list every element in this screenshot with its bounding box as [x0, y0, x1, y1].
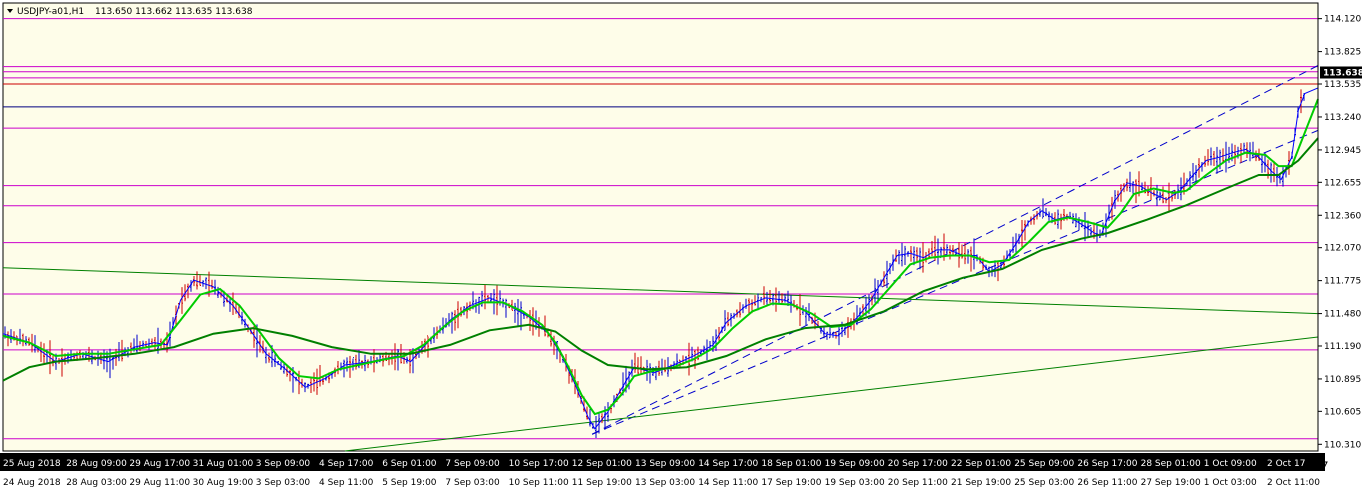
time-axis: 25 Aug 2018 28 Aug 09:00 29 Aug 17:00 31 Au… — [0, 453, 1328, 488]
time-tick-label-bottom: 14 Sep 11:00 — [698, 478, 758, 488]
time-tick-label-top: 28 Sep 01:00 — [1141, 459, 1201, 469]
time-tick-label-bottom: 17 Sep 19:00 — [761, 478, 821, 488]
time-tick-label-top: 14 Sep 17:00 — [698, 459, 758, 469]
time-tick-label-top: 26 Sep 17:00 — [1077, 459, 1137, 469]
price-tick-label: 112.070 — [1324, 244, 1361, 254]
price-tick-label: 113.240 — [1324, 113, 1361, 123]
price-tick-label: 111.775 — [1324, 277, 1361, 287]
time-tick-label-top: 29 Aug 17:00 — [129, 459, 190, 469]
price-tick-label: 112.945 — [1324, 146, 1361, 156]
time-tick-label-bottom: 4 Sep 11:00 — [319, 478, 374, 488]
time-tick-label-top: 13 Sep 09:00 — [635, 459, 695, 469]
price-tick-label: 110.895 — [1324, 375, 1361, 385]
price-tick-label: 113.535 — [1324, 80, 1361, 90]
time-tick-label-top: 25 Sep 09:00 — [1014, 459, 1074, 469]
time-tick-label-top: 31 Aug 01:00 — [193, 459, 254, 469]
time-tick-label-bottom: 19 Sep 03:00 — [825, 478, 885, 488]
time-tick-label-bottom: 28 Aug 03:00 — [66, 478, 127, 488]
time-tick-label-bottom: 30 Aug 19:00 — [193, 478, 254, 488]
time-tick-label-bottom: 21 Sep 19:00 — [951, 478, 1011, 488]
forex-chart[interactable]: 114.120 113.825 113.535 113.240 112.945 112.6… — [0, 0, 1362, 493]
price-tick-label: 111.480 — [1324, 310, 1361, 320]
time-tick-label-top: 10 Sep 17:00 — [509, 459, 569, 469]
price-tick-label: 113.825 — [1324, 48, 1361, 58]
price-tick-label: 112.655 — [1324, 178, 1361, 188]
time-tick-label-bottom: 13 Sep 03:00 — [635, 478, 695, 488]
plot-area[interactable] — [2, 2, 1319, 452]
time-tick-label-top: 4 Sep 17:00 — [319, 459, 374, 469]
time-tick-label-bottom: 20 Sep 11:00 — [888, 478, 948, 488]
time-tick-label-bottom: 2 Oct 11:00 — [1267, 478, 1320, 488]
time-tick-label-bottom: 24 Aug 2018 — [3, 478, 61, 488]
time-tick-label-bottom: 25 Sep 03:00 — [1014, 478, 1074, 488]
ohlc-label: 113.650 113.662 113.635 113.638 — [95, 7, 253, 17]
time-tick-label-top: 20 Sep 17:00 — [888, 459, 948, 469]
price-tick-label: 110.310 — [1324, 440, 1361, 450]
current-price-label: 113.638 — [1323, 68, 1362, 78]
time-tick-label-top: 28 Aug 09:00 — [66, 459, 127, 469]
price-tick-label: 110.605 — [1324, 407, 1361, 417]
time-tick-label-bottom: 11 Sep 19:00 — [572, 478, 632, 488]
time-tick-label-top: 25 Aug 2018 — [3, 459, 61, 469]
time-tick-label-top: 6 Sep 01:00 — [382, 459, 437, 469]
time-tick-label-top: 12 Sep 01:00 — [572, 459, 632, 469]
time-tick-label-bottom: 10 Sep 11:00 — [509, 478, 569, 488]
time-tick-label-top: 3 Sep 09:00 — [256, 459, 311, 469]
time-tick-label-top: 22 Sep 01:00 — [951, 459, 1011, 469]
time-tick-label-bottom: 27 Sep 19:00 — [1141, 478, 1201, 488]
chart-svg: 114.120 113.825 113.535 113.240 112.945 112.6… — [0, 0, 1362, 493]
time-tick-label-bottom: 5 Sep 19:00 — [382, 478, 437, 488]
price-tick-label: 112.360 — [1324, 211, 1361, 221]
symbol-timeframe-label: USDJPY-a01,H1 — [17, 7, 84, 17]
time-tick-label-bottom: 7 Sep 03:00 — [445, 478, 500, 488]
time-tick-label-bottom: 29 Aug 11:00 — [129, 478, 190, 488]
price-tick-label: 114.120 — [1324, 15, 1361, 25]
time-tick-label-bottom: 26 Sep 11:00 — [1077, 478, 1137, 488]
time-tick-label-top: 19 Sep 09:00 — [825, 459, 885, 469]
price-tick-label: 111.190 — [1324, 342, 1361, 352]
time-tick-label-bottom: 3 Sep 03:00 — [256, 478, 311, 488]
time-tick-label-top: 7 Sep 09:00 — [445, 459, 500, 469]
time-tick-label-bottom: 1 Oct 03:00 — [1204, 478, 1257, 488]
time-tick-label-top: 2 Oct 17 — [1267, 459, 1305, 469]
time-tick-label-top: 18 Sep 01:00 — [761, 459, 821, 469]
chart-header: USDJPY-a01,H1 113.650 113.662 113.635 11… — [7, 7, 253, 17]
time-tick-label-top: 1 Oct 09:00 — [1204, 459, 1257, 469]
